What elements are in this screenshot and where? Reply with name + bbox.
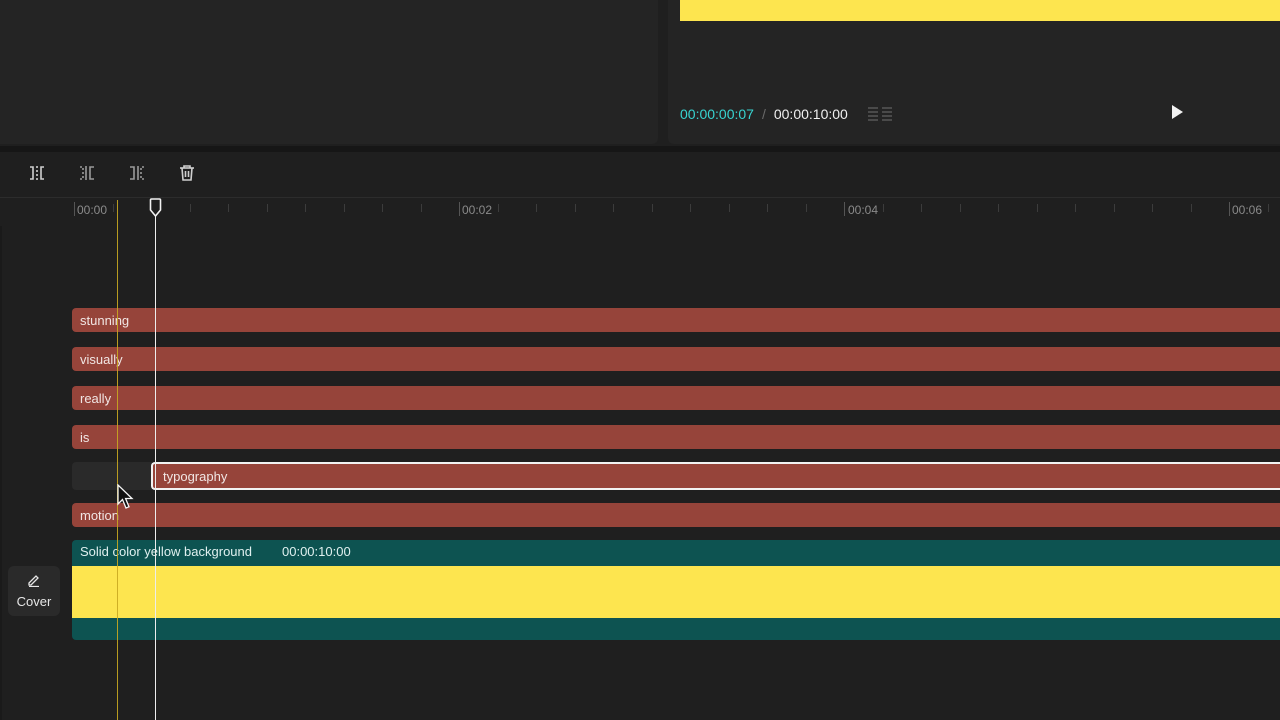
split-left-button[interactable]: [76, 164, 98, 186]
pencil-icon: [27, 573, 41, 592]
ruler-tick: [74, 202, 75, 216]
play-icon: [1170, 104, 1184, 125]
split-icon: [28, 164, 46, 187]
ruler-tick: [420, 204, 422, 212]
background-clip[interactable]: Solid color yellow background 00:00:10:0…: [72, 540, 1280, 640]
grid-icon[interactable]: [866, 105, 896, 123]
ruler-label: 00:04: [848, 203, 879, 217]
ruler-tick: [844, 202, 845, 216]
preview-canvas: [680, 0, 1280, 21]
clip-label: motion: [80, 508, 120, 523]
trash-icon: [178, 164, 196, 187]
mouse-cursor-icon: [117, 483, 135, 510]
text-clip[interactable]: stunning: [72, 308, 1280, 332]
text-clip[interactable]: is: [72, 425, 1280, 449]
total-timecode: 00:00:10:00: [773, 106, 848, 122]
hover-indicator-line: [117, 200, 118, 720]
delete-button[interactable]: [176, 164, 198, 186]
cover-button[interactable]: Cover: [8, 566, 60, 616]
ruler-tick: [805, 204, 807, 212]
ruler-tick: [189, 204, 191, 212]
preview-panel: 00:00:00:07 / 00:00:10:00: [668, 0, 1280, 144]
ruler-tick: [459, 202, 460, 216]
ruler-tick: [998, 204, 999, 212]
ruler-tick: [305, 204, 306, 212]
ruler-tick: [651, 204, 653, 212]
ruler-tick: [1075, 204, 1076, 212]
ruler-tick: [1113, 204, 1115, 212]
split-button[interactable]: [26, 164, 48, 186]
ruler-tick: [690, 204, 691, 212]
timecode-separator: /: [761, 106, 766, 122]
track-gutter: [0, 226, 2, 720]
media-panel: [0, 0, 658, 144]
ruler-tick: [343, 204, 345, 212]
ruler-tick: [228, 204, 229, 212]
timeline-toolbar: [0, 152, 1280, 198]
split-right-button[interactable]: [126, 164, 148, 186]
ruler-tick: [959, 204, 961, 212]
ruler-tick: [536, 204, 537, 212]
play-button[interactable]: [1168, 104, 1186, 124]
playhead-line[interactable]: [155, 214, 156, 720]
ruler-tick: [767, 204, 768, 212]
ruler-tick: [1190, 204, 1192, 212]
clip-label: is: [80, 430, 90, 445]
ruler-tick: [921, 204, 922, 212]
ruler-tick: [382, 204, 383, 212]
text-clip[interactable]: visually: [72, 347, 1280, 371]
ruler-tick: [1229, 202, 1230, 216]
clip-label: typography: [163, 469, 228, 484]
split-left-icon: [78, 164, 96, 187]
timeline-ruler[interactable]: 00:00 00:02 00:04 00:06: [0, 198, 1280, 226]
ruler-tick: [1267, 204, 1269, 212]
ruler-label: 00:00: [77, 203, 108, 217]
ruler-label: 00:02: [462, 203, 493, 217]
background-clip-thumbnail: [72, 566, 1280, 618]
background-clip-duration: 00:00:10:00: [282, 544, 351, 559]
ruler-label: 00:06: [1232, 203, 1263, 217]
clip-label: really: [80, 391, 112, 406]
split-right-icon: [128, 164, 146, 187]
text-clip[interactable]: motion: [72, 503, 1280, 527]
ruler-tick: [497, 204, 499, 212]
ruler-tick: [728, 204, 730, 212]
track-empty-slot[interactable]: [72, 462, 152, 490]
ruler-tick: [574, 204, 576, 212]
cover-label: Cover: [16, 594, 52, 609]
timecode-display: 00:00:00:07 / 00:00:10:00: [680, 104, 896, 124]
ruler-tick: [613, 204, 614, 212]
clip-label: stunning: [80, 313, 130, 328]
current-timecode: 00:00:00:07: [680, 106, 754, 122]
text-clip-selected[interactable]: typography: [151, 462, 1280, 490]
ruler-tick: [1152, 204, 1153, 212]
text-clip[interactable]: really: [72, 386, 1280, 410]
ruler-tick: [112, 204, 114, 212]
ruler-tick: [1036, 204, 1038, 212]
playhead-handle[interactable]: [149, 198, 162, 218]
background-clip-label: Solid color yellow background: [80, 544, 252, 559]
ruler-tick: [266, 204, 268, 212]
ruler-tick: [882, 204, 884, 212]
